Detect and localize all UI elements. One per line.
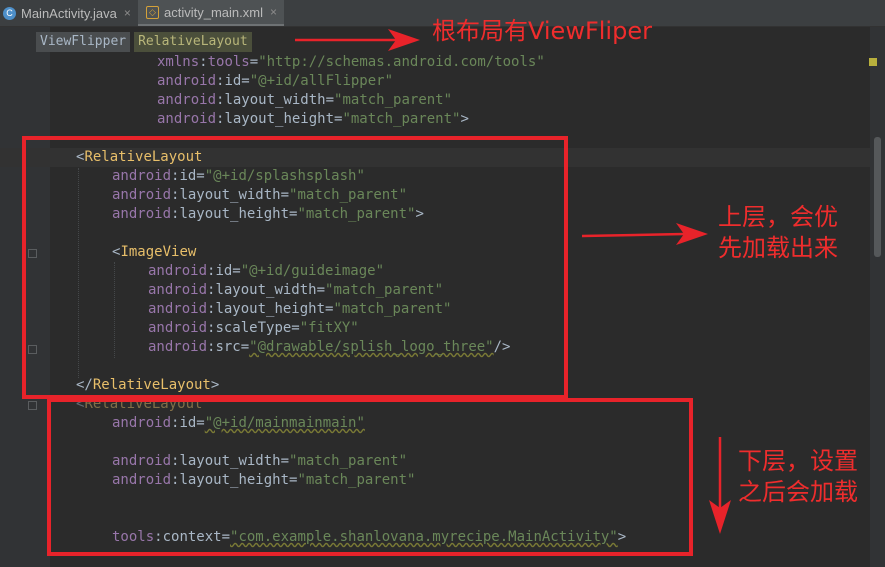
lower-layer-highlight-box bbox=[47, 398, 693, 556]
tab-activity-main-xml[interactable]: ◇ activity_main.xml × bbox=[138, 0, 284, 26]
code-line: android:layout_height="match_parent"> bbox=[157, 111, 469, 127]
scrollbar-thumb[interactable] bbox=[874, 137, 881, 257]
arrow-left-icon bbox=[581, 223, 708, 245]
fold-marker-icon[interactable] bbox=[28, 401, 37, 410]
code-line: xmlns:tools="http://schemas.android.com/… bbox=[157, 54, 545, 70]
breadcrumb-item-viewflipper[interactable]: ViewFlipper bbox=[36, 32, 131, 52]
tab-label: MainActivity.java bbox=[21, 5, 117, 21]
annotation-root-layout: 根布局有ViewFliper bbox=[432, 17, 652, 45]
upper-layer-highlight-box bbox=[22, 136, 568, 399]
close-tab-icon[interactable]: × bbox=[124, 6, 131, 20]
warning-marker-icon[interactable] bbox=[869, 58, 877, 66]
xml-file-icon: ◇ bbox=[146, 5, 159, 19]
tab-label: activity_main.xml bbox=[164, 4, 263, 20]
arrow-down-icon bbox=[709, 437, 731, 534]
close-tab-icon[interactable]: × bbox=[270, 5, 277, 19]
code-line: android:id="@+id/allFlipper" bbox=[157, 73, 394, 89]
annotation-lower-layer: 下层，设置 之后会加载 bbox=[738, 447, 858, 506]
annotation-upper-layer: 上层，会优 先加载出来 bbox=[718, 203, 838, 262]
editor-scrollbar[interactable] bbox=[870, 27, 885, 567]
breadcrumb: ViewFlipper RelativeLayout bbox=[36, 32, 252, 52]
java-class-icon: C bbox=[3, 6, 16, 20]
code-line: android:layout_width="match_parent" bbox=[157, 92, 453, 108]
breadcrumb-item-relativelayout[interactable]: RelativeLayout bbox=[134, 32, 252, 52]
arrow-right-icon bbox=[295, 29, 420, 51]
tab-mainactivity-java[interactable]: C MainActivity.java × bbox=[0, 0, 141, 26]
